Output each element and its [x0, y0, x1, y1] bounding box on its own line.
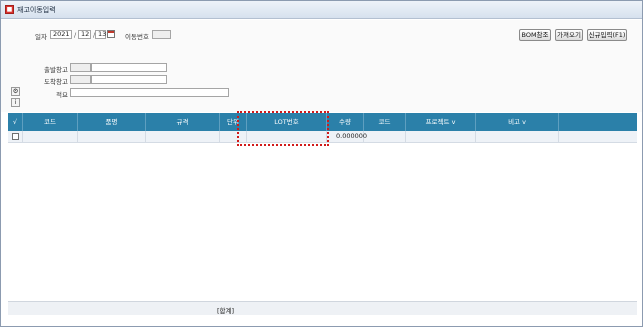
app-window-icon: ■ [5, 5, 14, 14]
date-label: 일자 [35, 33, 47, 41]
row-check-cell[interactable] [8, 131, 23, 143]
bom-reference-button[interactable]: BOM참조 [519, 29, 551, 41]
to-warehouse-name-field[interactable] [91, 75, 167, 84]
date-separator: / [74, 31, 77, 39]
to-warehouse-code-field[interactable] [70, 75, 91, 84]
window: ■ 재고이동입력 일자 2021 / 12 / 13 이동번호 BOM참조 가져… [0, 0, 643, 327]
cell-quantity[interactable]: 0.000000 [327, 131, 367, 143]
header-code-2[interactable]: 코드 [364, 113, 406, 131]
gear-icon[interactable]: ⚙ [11, 87, 20, 96]
info-icon[interactable]: i [11, 98, 20, 107]
to-warehouse-label: 도착창고 [44, 78, 68, 86]
grid-footer: [합계] [8, 301, 637, 315]
month-field[interactable]: 12 [78, 30, 91, 39]
header-spec[interactable]: 규격 [146, 113, 220, 131]
cell-spec[interactable] [146, 131, 220, 143]
remark-label: 적요 [56, 91, 68, 99]
remark-field[interactable] [70, 88, 229, 97]
cell-extra [559, 131, 637, 143]
year-field[interactable]: 2021 [50, 30, 72, 39]
header-quantity[interactable]: 수량 [327, 113, 364, 131]
lot-column-highlight [237, 111, 329, 146]
header-extra [559, 113, 637, 131]
from-warehouse-name-field[interactable] [91, 63, 167, 72]
cell-project[interactable] [406, 131, 476, 143]
cell-item-name[interactable] [78, 131, 146, 143]
from-warehouse-code-field[interactable] [70, 63, 91, 72]
cell-code-2[interactable] [364, 131, 406, 143]
header-project[interactable]: 프로젝트 v [406, 113, 476, 131]
day-field[interactable]: 13 [95, 30, 106, 39]
header-memo[interactable]: 비고 v [476, 113, 559, 131]
total-label: [합계] [217, 307, 235, 315]
cell-memo[interactable] [476, 131, 559, 143]
title-bar: ■ 재고이동입력 [1, 1, 642, 19]
header-check[interactable]: √ [8, 113, 23, 131]
from-warehouse-label: 출발창고 [44, 66, 68, 74]
move-no-field[interactable] [152, 30, 171, 39]
window-title: 재고이동입력 [17, 6, 56, 14]
row-checkbox[interactable] [12, 133, 19, 140]
new-entry-button[interactable]: 신규입력(F1) [587, 29, 627, 41]
cell-code[interactable] [23, 131, 78, 143]
move-no-label: 이동번호 [125, 33, 149, 41]
header-item-name[interactable]: 품명 [78, 113, 146, 131]
header-code[interactable]: 코드 [23, 113, 78, 131]
fetch-button[interactable]: 가져오기 [555, 29, 583, 41]
calendar-icon[interactable] [107, 30, 115, 38]
